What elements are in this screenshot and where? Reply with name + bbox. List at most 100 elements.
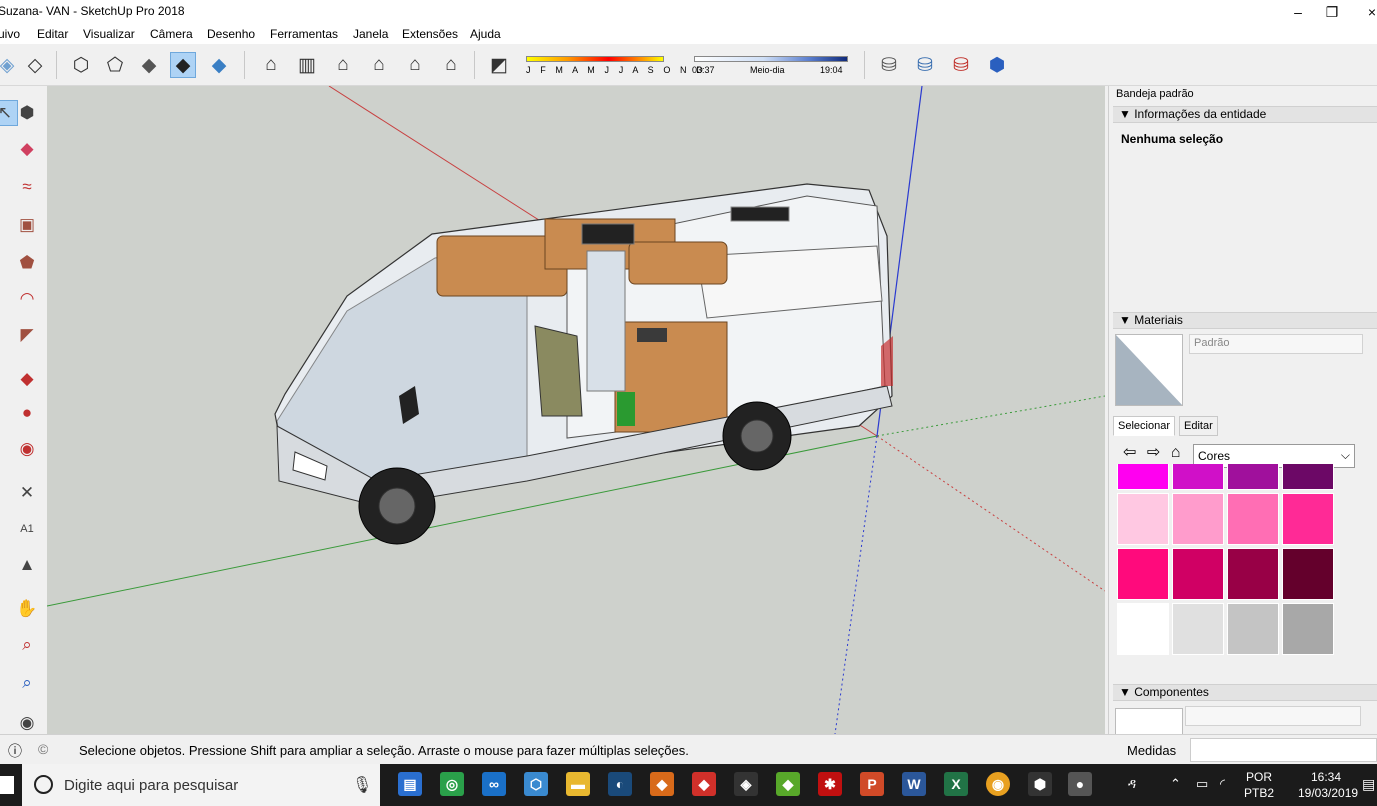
clock[interactable]: 16:34 19/03/2019 — [1298, 769, 1358, 801]
cube-app-icon[interactable]: ⬢ — [1028, 772, 1052, 796]
red-app-icon[interactable]: ✱ — [818, 772, 842, 796]
left-view-icon[interactable]: ⌂ — [438, 52, 464, 78]
materials-header[interactable]: ▼ Materiais — [1113, 312, 1377, 329]
text-tool-icon[interactable]: A1 — [14, 516, 40, 542]
tab-editar[interactable]: Editar — [1179, 416, 1218, 436]
right-view-icon[interactable]: ⌂ — [366, 52, 392, 78]
make-component-icon[interactable]: ⬢ — [14, 100, 40, 126]
wifi-icon[interactable]: ◜ — [1220, 776, 1225, 792]
color-swatch[interactable] — [1227, 548, 1279, 600]
pan-icon[interactable]: ✋ — [14, 596, 40, 622]
shaded-icon[interactable]: ◆ — [136, 52, 162, 78]
top-view-icon[interactable]: ▥ — [294, 52, 320, 78]
component-name-field[interactable] — [1185, 706, 1361, 726]
pie-icon[interactable]: ◤ — [14, 322, 40, 348]
tray-chevron-icon[interactable]: ⌃ — [1170, 776, 1181, 792]
color-swatch[interactable] — [1172, 603, 1224, 655]
freehand-icon[interactable]: ≈ — [14, 174, 40, 200]
extension-warehouse-icon[interactable]: ⛁ — [948, 52, 974, 78]
front-view-icon[interactable]: ⌂ — [330, 52, 356, 78]
layers-app-icon[interactable]: ◆ — [650, 772, 674, 796]
minimize-button[interactable]: – — [1283, 2, 1313, 22]
notifications-icon[interactable]: ▤ — [1362, 776, 1375, 793]
menu-camera[interactable]: Câmera — [150, 27, 193, 41]
color-swatch[interactable] — [1117, 548, 1169, 600]
back-arrow-icon[interactable]: ⇦ — [1123, 444, 1136, 461]
color-swatch[interactable] — [1227, 493, 1279, 545]
infinity-app-icon[interactable]: ∞ — [482, 772, 506, 796]
color-swatch[interactable] — [1172, 548, 1224, 600]
color-swatch[interactable] — [1282, 464, 1334, 490]
people-icon[interactable]: ዳ — [1128, 776, 1136, 792]
color-swatch[interactable] — [1227, 464, 1279, 490]
arc-icon[interactable]: ◠ — [14, 286, 40, 312]
shadow-month-slider[interactable]: J F M A M J J A S O N D — [524, 56, 703, 76]
shadows-icon[interactable]: ◩ — [486, 52, 512, 78]
push-pull-icon[interactable]: ◆ — [14, 366, 40, 392]
monochrome-icon[interactable]: ◆ — [206, 52, 232, 78]
start-icon[interactable] — [0, 776, 14, 794]
home-icon[interactable]: ⌂ — [1171, 444, 1181, 461]
info-icon[interactable]: ⓘ — [8, 741, 22, 761]
steam-icon[interactable]: ◐ — [608, 772, 632, 796]
credits-icon[interactable]: © — [38, 741, 48, 757]
polygon-icon[interactable]: ⬟ — [14, 250, 40, 276]
zoom-extents-icon[interactable]: ⌕ — [14, 670, 40, 696]
menu-visualizar[interactable]: Visualizar — [83, 27, 135, 41]
share-model-icon[interactable]: ⛁ — [912, 52, 938, 78]
back-edges-icon[interactable]: ◇ — [22, 52, 48, 78]
file-explorer-icon[interactable]: ▬ — [566, 772, 590, 796]
xray-icon[interactable]: ◈ — [0, 52, 20, 78]
components-header[interactable]: ▼ Componentes — [1113, 684, 1377, 701]
shadow-time-slider[interactable]: 03:37 Meio-dia 19:04 — [692, 56, 852, 76]
rectangle-icon[interactable]: ▣ — [14, 212, 40, 238]
material-name-field[interactable]: Padrão — [1189, 334, 1363, 354]
package-app-icon[interactable]: ◆ — [776, 772, 800, 796]
whatsapp-icon[interactable]: ◎ — [440, 772, 464, 796]
language-indicator[interactable]: POR PTB2 — [1242, 769, 1276, 801]
menu-extensoes[interactable]: Extensões — [402, 27, 458, 41]
tape-measure-icon[interactable]: ✕ — [14, 480, 40, 506]
taskview-icon[interactable]: ▤ — [398, 772, 422, 796]
close-button[interactable]: × — [1357, 2, 1377, 22]
menu-janela[interactable]: Janela — [353, 27, 388, 41]
color-swatch[interactable] — [1282, 603, 1334, 655]
excel-icon[interactable]: X — [944, 772, 968, 796]
color-swatch[interactable] — [1117, 493, 1169, 545]
menu-ajuda[interactable]: Ajuda — [470, 27, 501, 41]
shaded-textures-icon[interactable]: ◆ — [170, 52, 196, 78]
menu-arquivo[interactable]: uivo — [0, 27, 20, 41]
color-swatch[interactable] — [1227, 603, 1279, 655]
entity-info-header[interactable]: ▼ Informações da entidade — [1113, 106, 1377, 123]
section-plane-icon[interactable]: ▲ — [14, 552, 40, 578]
wireframe-icon[interactable]: ⬡ — [68, 52, 94, 78]
taskbar-search[interactable]: Digite aqui para pesquisar 🎙 — [22, 764, 380, 806]
3d-viewport[interactable] — [47, 86, 1105, 734]
menu-ferramentas[interactable]: Ferramentas — [270, 27, 338, 41]
green-app-icon[interactable]: ● — [1068, 772, 1092, 796]
hidden-line-icon[interactable]: ⬠ — [102, 52, 128, 78]
chrome-icon[interactable]: ◉ — [986, 772, 1010, 796]
unity-icon[interactable]: ◈ — [734, 772, 758, 796]
follow-me-icon[interactable]: ● — [14, 400, 40, 426]
word-icon[interactable]: W — [902, 772, 926, 796]
color-swatch[interactable] — [1117, 464, 1169, 490]
iso-view-icon[interactable]: ⌂ — [258, 52, 284, 78]
position-camera-icon[interactable]: ◉ — [14, 710, 40, 736]
warehouse-icon[interactable]: ⛁ — [876, 52, 902, 78]
extension-manager-icon[interactable]: ⬢ — [984, 52, 1010, 78]
color-swatch[interactable] — [1172, 464, 1224, 490]
microphone-icon[interactable]: 🎙 — [352, 775, 372, 795]
color-swatch[interactable] — [1172, 493, 1224, 545]
network-app-icon[interactable]: ⬡ — [524, 772, 548, 796]
restore-button[interactable]: ❐ — [1317, 2, 1347, 22]
color-swatch[interactable] — [1282, 548, 1334, 600]
color-swatch[interactable] — [1117, 603, 1169, 655]
tab-selecionar[interactable]: Selecionar — [1113, 416, 1175, 436]
eraser-icon[interactable]: ◆ — [14, 136, 40, 162]
menu-desenho[interactable]: Desenho — [207, 27, 255, 41]
color-swatch[interactable] — [1282, 493, 1334, 545]
powerpoint-icon[interactable]: P — [860, 772, 884, 796]
zoom-window-icon[interactable]: ⌕ — [14, 632, 40, 658]
menu-editar[interactable]: Editar — [37, 27, 68, 41]
